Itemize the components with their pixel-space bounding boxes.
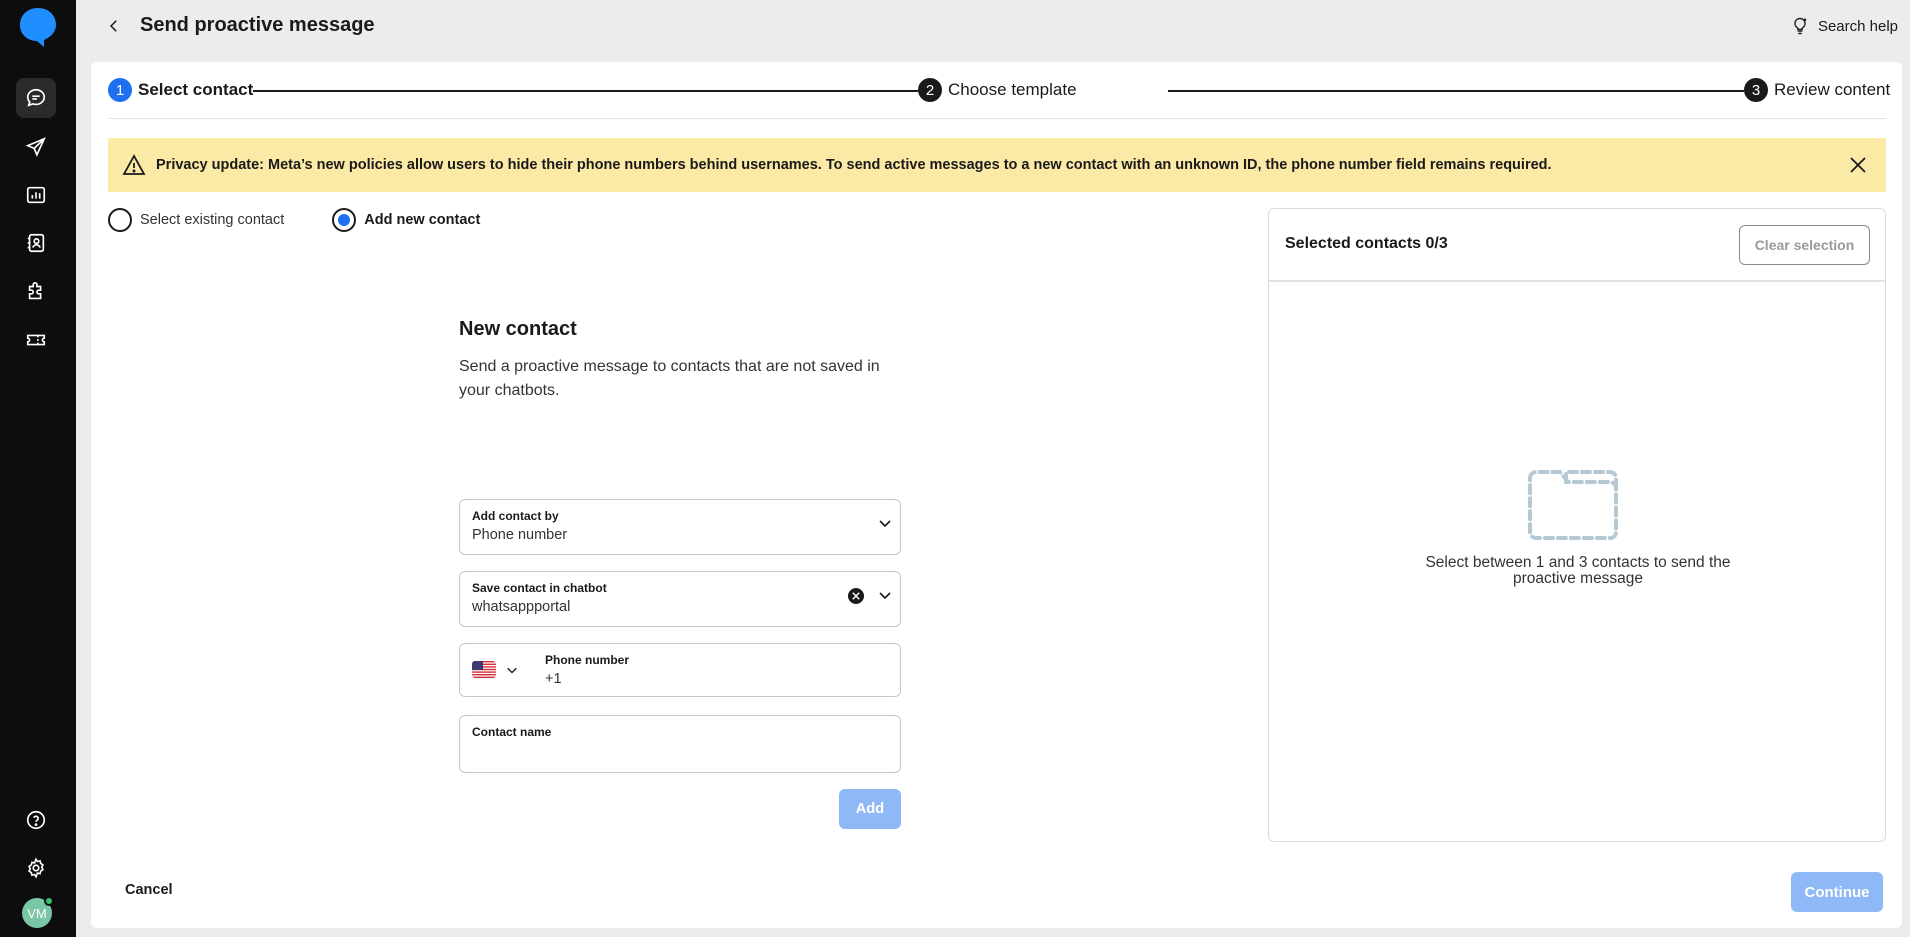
new-contact-form: New contact Send a proactive message to …: [459, 318, 901, 829]
radio-circle[interactable]: [108, 208, 132, 232]
help-icon[interactable]: [16, 800, 56, 840]
chevron-down-icon[interactable]: [506, 664, 518, 676]
step-number: 3: [1744, 78, 1768, 102]
field-label: Add contact by: [472, 509, 559, 523]
selected-contacts-panel: Selected contacts 0/3 Clear selection Se…: [1268, 208, 1886, 842]
us-flag-icon[interactable]: [472, 661, 496, 678]
contact-name-field[interactable]: Contact name: [459, 715, 901, 773]
radio-add-new-contact[interactable]: Add new contact: [332, 208, 480, 232]
rail-send-icon[interactable]: [16, 127, 56, 167]
empty-folder-icon: [1528, 470, 1618, 540]
online-status-dot: [44, 896, 54, 906]
cancel-button[interactable]: Cancel: [125, 882, 173, 898]
clear-value-icon[interactable]: [848, 588, 864, 604]
contact-mode-radio-group: Select existing contact Add new contact: [108, 208, 480, 232]
field-label: Save contact in chatbot: [472, 581, 607, 595]
step-label: Select contact: [138, 80, 254, 99]
add-button[interactable]: Add: [839, 789, 901, 829]
radio-label: Select existing contact: [140, 212, 285, 228]
step-label: Choose template: [948, 80, 1077, 99]
radio-circle[interactable]: [332, 208, 357, 232]
field-value: Phone number: [472, 527, 568, 543]
radio-select-existing-contact[interactable]: Select existing contact: [108, 208, 284, 232]
privacy-update-banner: Privacy update: Meta’s new policies allo…: [108, 138, 1886, 192]
form-title: New contact: [459, 318, 577, 340]
field-value[interactable]: +1: [545, 671, 562, 687]
empty-state-text: Select between 1 and 3 contacts to send …: [1425, 554, 1731, 587]
chevron-down-icon[interactable]: [878, 516, 892, 530]
selected-contacts-title: Selected contacts 0/3: [1285, 235, 1448, 252]
stepper-line: [239, 90, 1029, 92]
step-review-content[interactable]: 3 Review content: [1744, 78, 1891, 102]
app-logo-icon[interactable]: [18, 6, 58, 48]
radio-label: Add new contact: [364, 212, 481, 228]
warning-icon: [122, 154, 146, 175]
page-header: Send proactive message Search help: [76, 0, 1910, 60]
rail-conversations-icon[interactable]: [16, 78, 56, 118]
form-description: Send a proactive message to contacts tha…: [459, 358, 880, 399]
settings-gear-icon[interactable]: [16, 848, 56, 888]
user-avatar[interactable]: VM: [22, 896, 54, 928]
stepper: 1 Select contact 2 Choose template 3 Rev…: [108, 78, 1891, 104]
search-help-label: Search help: [1817, 17, 1898, 35]
save-contact-in-chatbot-select[interactable]: Save contact in chatbot whatsappportal: [459, 571, 901, 627]
close-icon[interactable]: [1848, 155, 1868, 175]
field-label: Phone number: [545, 653, 630, 667]
add-contact-by-select[interactable]: Add contact by Phone number: [459, 499, 901, 555]
clear-selection-button[interactable]: Clear selection: [1739, 225, 1870, 265]
phone-number-field[interactable]: Phone number +1: [459, 643, 901, 697]
search-help-link[interactable]: Search help: [1790, 16, 1898, 36]
step-label: Review content: [1774, 80, 1891, 99]
divider: [108, 118, 1886, 119]
rail-contacts-icon[interactable]: [16, 223, 56, 263]
field-value: whatsappportal: [472, 599, 571, 615]
rail-tickets-icon[interactable]: [16, 320, 56, 360]
avatar-initials: VM: [27, 905, 47, 921]
back-arrow-icon[interactable]: [102, 14, 126, 38]
step-number: 2: [918, 78, 942, 102]
rail-analytics-icon[interactable]: [16, 175, 56, 215]
main-card: 1 Select contact 2 Choose template 3 Rev…: [91, 62, 1902, 928]
step-choose-template[interactable]: 2 Choose template: [918, 78, 1077, 102]
step-number: 1: [108, 78, 132, 102]
rail-integrations-icon[interactable]: [16, 272, 56, 312]
continue-button[interactable]: Continue: [1791, 872, 1883, 912]
page-title: Send proactive message: [140, 14, 375, 36]
lightbulb-icon: [1794, 17, 1807, 35]
field-label: Contact name: [472, 725, 552, 739]
chevron-down-icon[interactable]: [878, 588, 892, 602]
step-select-contact[interactable]: 1 Select contact: [108, 78, 254, 102]
left-nav-rail: VM: [0, 0, 76, 937]
banner-text: Privacy update: Meta’s new policies allo…: [156, 157, 1552, 173]
selected-contacts-header: Selected contacts 0/3 Clear selection: [1269, 209, 1885, 282]
